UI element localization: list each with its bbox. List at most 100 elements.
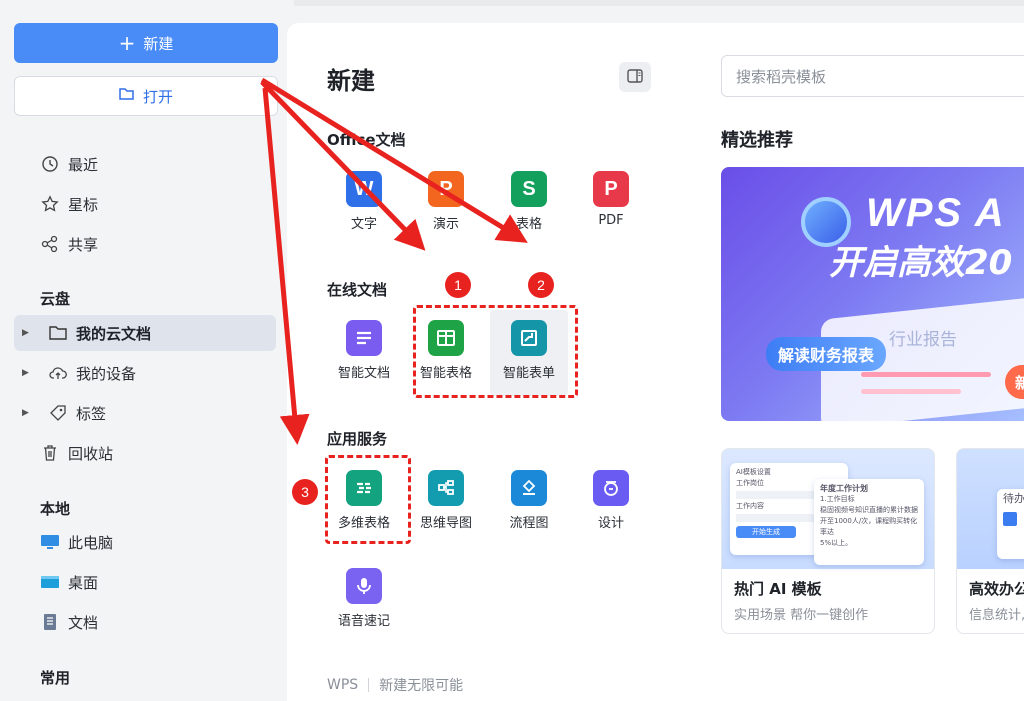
design-icon [593,470,629,506]
caret-right-icon[interactable]: ▶ [22,408,40,418]
recommend-title: 精选推荐 [721,130,793,151]
sidebar-item-tags[interactable]: ▶ 标签 [14,395,276,431]
sidebar: + 新建 打开 最近 星标 共享 云盘 ▶ 我的云文档 ▶ 我的设备 ▶ 标签 … [0,0,294,701]
banner-line [861,389,961,394]
section-local: 本地 [40,500,71,518]
app-label: 设计 [597,516,624,531]
app-label: 演示 [432,217,459,232]
sidebar-item-label: 文档 [68,613,99,632]
app-spreadsheet[interactable]: S 表格 [490,171,568,232]
window-topbar [294,0,1024,6]
computer-icon [40,532,60,552]
tag-icon [48,403,68,423]
card-thumbnail: 待办 [957,449,1024,569]
sidebar-item-label: 标签 [76,404,107,423]
writer-icon: W [346,171,382,207]
sidebar-item-shared[interactable]: 共享 [14,226,276,262]
card-thumbnail: AI模板设置 工作岗位 工作内容 开始生成 年度工作计划 1.工作目标 稳固视频… [722,449,934,569]
app-label: 文字 [350,217,377,232]
banner-subline: 开启高效20 [829,243,1013,283]
app-design[interactable]: 设计 [572,470,650,531]
app-writer[interactable]: W 文字 [325,171,403,232]
card-office-efficiency[interactable]: 待办 高效办公 信息统计, [956,448,1024,634]
sidebar-item-label: 最近 [68,155,99,174]
app-label: PDF [598,213,624,228]
star-icon [40,194,60,214]
highlight-box-online [413,305,578,398]
mock-todo-label: 待办 [1003,492,1024,505]
mock-todo: 待办 [997,489,1024,559]
mock-doc-line: 5%以上。 [820,539,853,547]
card-subtitle: 实用场景 帮你一键创作 [734,608,869,623]
app-label: 语音速记 [337,614,390,629]
sidebar-item-recent[interactable]: 最近 [14,146,276,182]
checkbox-icon [1003,512,1017,526]
section-cloud: 云盘 [40,290,71,308]
mindmap-icon [428,470,464,506]
template-search-input[interactable]: 搜索稻壳模板 [721,55,1024,97]
app-pdf[interactable]: P PDF [572,171,650,228]
card-subtitle: 信息统计, [969,608,1024,623]
cloud-upload-icon [48,363,68,383]
sidebar-item-documents[interactable]: 文档 [14,604,276,640]
sidebar-item-desktop[interactable]: 桌面 [14,564,276,600]
footer-brand: WPS [327,677,359,693]
caret-right-icon[interactable]: ▶ [22,328,40,338]
section-common: 常用 [40,669,71,687]
card-title: 高效办公 [969,580,1024,598]
card-title: 热门 AI 模板 [734,580,822,598]
folder-icon [48,323,68,343]
sidebar-item-label: 星标 [68,195,99,214]
promo-banner[interactable]: WPS A 开启高效20 行业报告 解读财务报表 新 [721,167,1024,421]
app-label: 思维导图 [419,516,472,531]
app-presentation[interactable]: P 演示 [407,171,485,232]
banner-doc-label: 行业报告 [889,330,957,350]
panel-toggle-button[interactable] [619,62,651,92]
share-icon [40,234,60,254]
annotation-badge: 1 [445,272,471,298]
app-mindmap[interactable]: 思维导图 [407,470,485,531]
sidebar-item-this-pc[interactable]: 此电脑 [14,524,276,560]
flowchart-icon [511,470,547,506]
app-label: 智能文档 [337,366,390,381]
page-title: 新建 [327,67,375,95]
sidebar-item-label: 我的云文档 [76,324,152,343]
sidebar-item-starred[interactable]: 星标 [14,186,276,222]
sidebar-item-label: 此电脑 [68,533,114,552]
open-button-label: 打开 [142,87,173,106]
caret-right-icon[interactable]: ▶ [22,368,40,378]
app-smart-doc[interactable]: 智能文档 [325,320,403,381]
footer: WPS 新建无限可能 [327,675,463,695]
document-icon [40,612,60,632]
microphone-icon [346,568,382,604]
section-online: 在线文档 [327,281,388,299]
sidebar-toggle-icon [627,68,643,87]
card-ai-templates[interactable]: AI模板设置 工作岗位 工作内容 开始生成 年度工作计划 1.工作目标 稳固视频… [721,448,935,634]
sidebar-item-label: 共享 [68,235,99,254]
spreadsheet-icon: S [511,171,547,207]
pdf-icon: P [593,171,629,207]
mock-button: 开始生成 [736,526,796,538]
mock-header: AI模板设置 [736,468,771,476]
new-button[interactable]: + 新建 [14,23,278,63]
sidebar-item-my-cloud-docs[interactable]: ▶ 我的云文档 [14,315,276,351]
app-label: 流程图 [509,516,549,531]
presentation-icon: P [428,171,464,207]
smart-doc-icon [346,320,382,356]
app-flowchart[interactable]: 流程图 [490,470,568,531]
folder-open-icon [119,87,135,105]
mock-doc-line: 稳固视频号知识直播的累计数据 [820,506,918,514]
sidebar-item-my-devices[interactable]: ▶ 我的设备 [14,355,276,391]
app-label: 表格 [515,217,542,232]
banner-headline: WPS A [866,191,1006,235]
open-button[interactable]: 打开 [14,76,278,116]
clock-icon [40,154,60,174]
app-voice-notes[interactable]: 语音速记 [325,568,403,629]
search-placeholder: 搜索稻壳模板 [736,67,827,86]
sidebar-item-label: 桌面 [68,573,99,592]
sidebar-item-trash[interactable]: 回收站 [14,435,276,471]
mock-doc-title: 年度工作计划 [820,484,868,493]
banner-line [861,372,991,377]
trash-icon [40,443,60,463]
sidebar-item-label: 回收站 [68,444,114,463]
